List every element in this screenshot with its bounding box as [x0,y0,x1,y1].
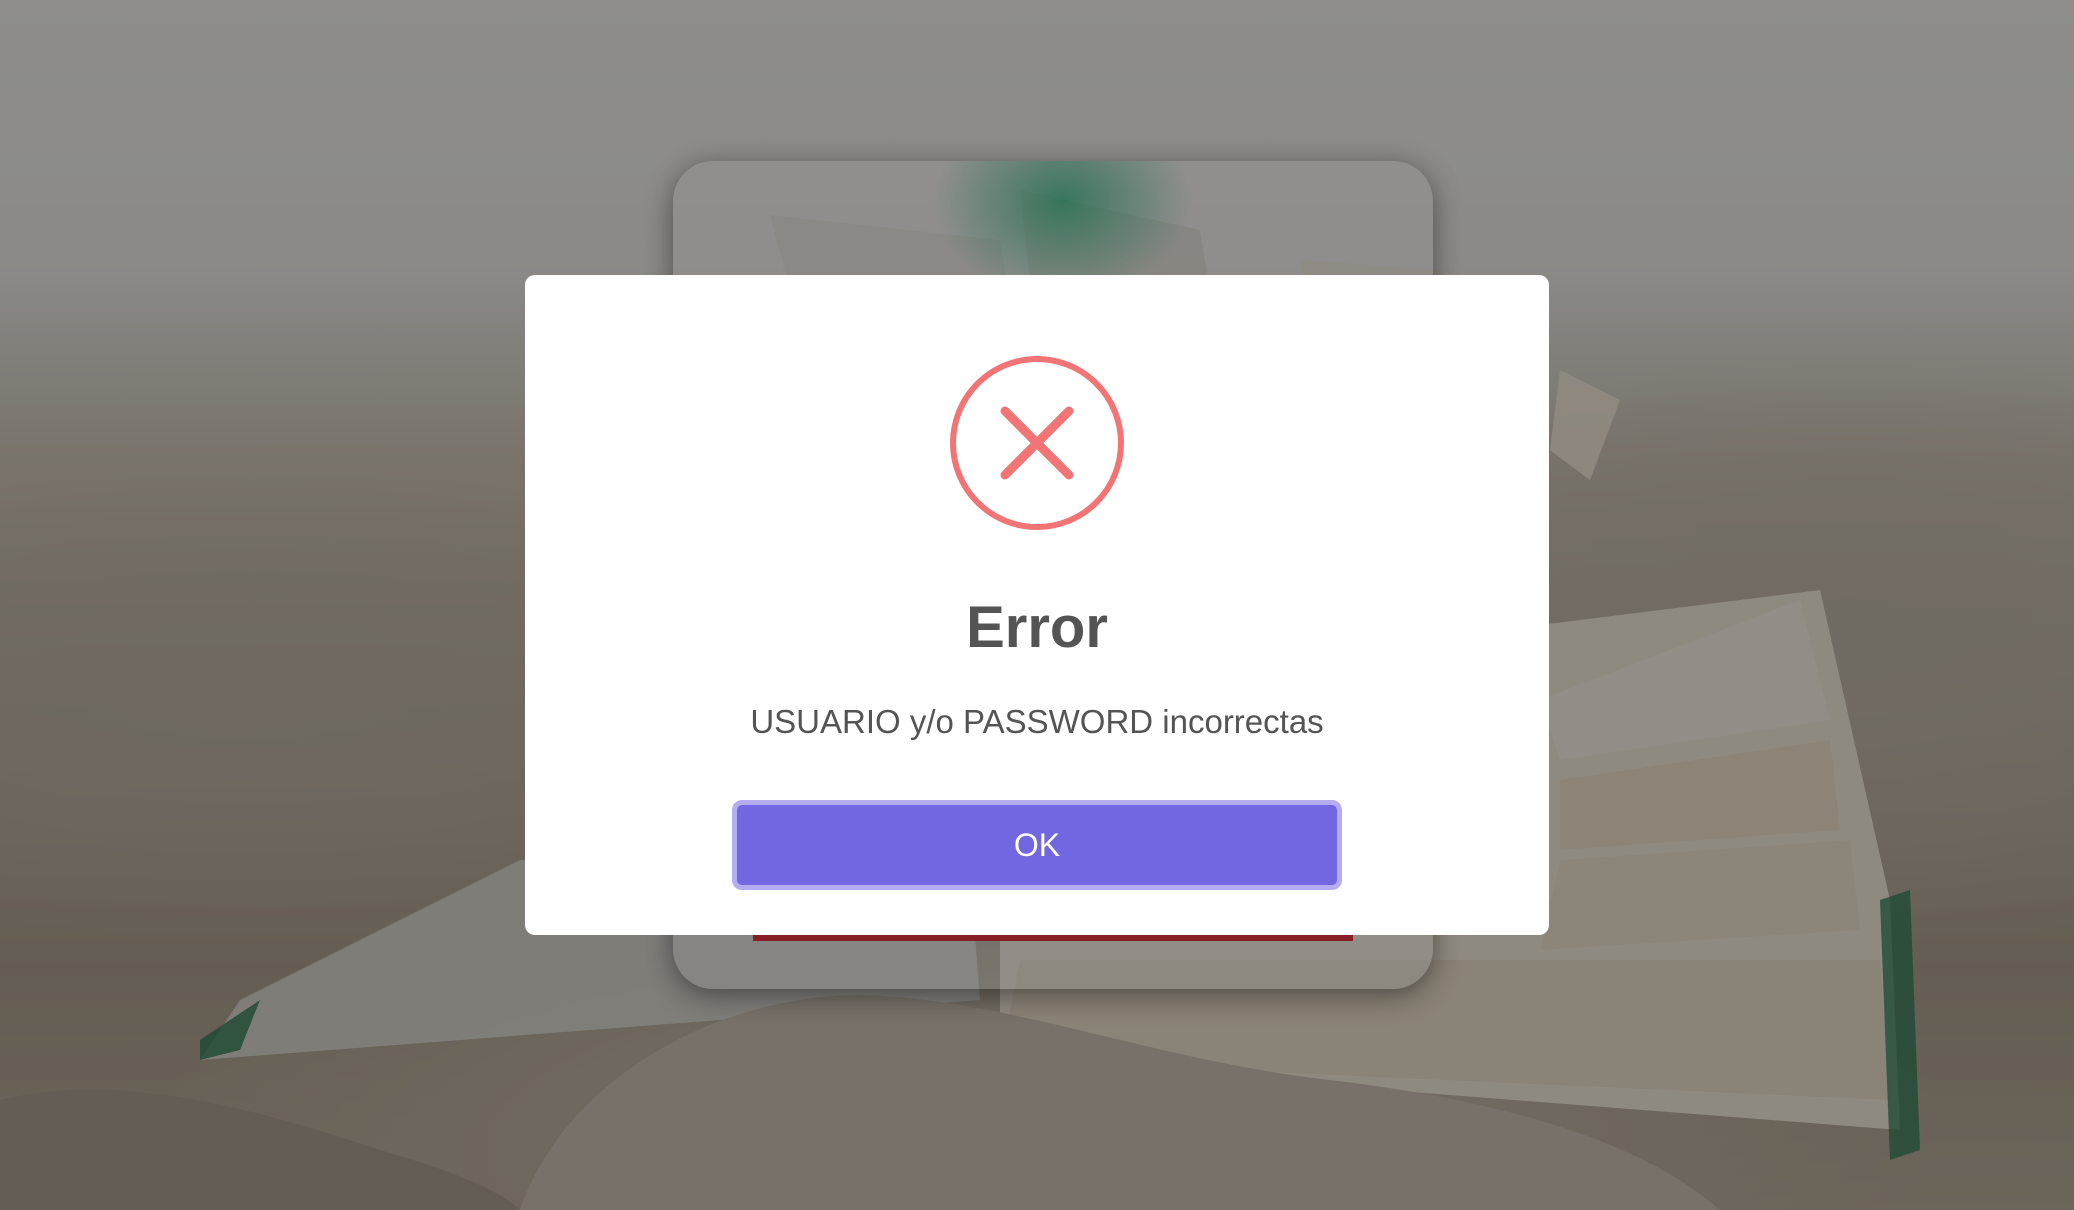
ok-button[interactable]: OK [732,800,1342,890]
dialog-message: USUARIO y/o PASSWORD incorrectas [750,703,1324,740]
dialog-title: Error [966,595,1108,660]
error-x-icon [950,356,1124,530]
error-dialog: Error USUARIO y/o PASSWORD incorrectas O… [525,275,1549,935]
